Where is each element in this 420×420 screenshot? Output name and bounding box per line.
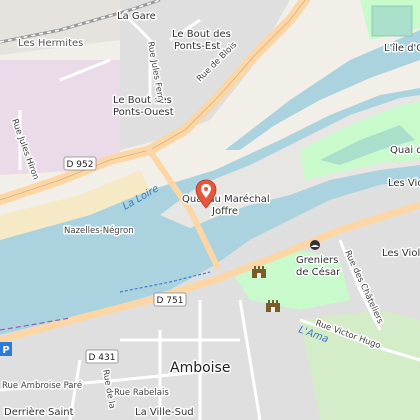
road-shield-d952: D 952	[63, 156, 97, 171]
label-bout-ponts-est-2: Ponts-Est	[174, 41, 220, 52]
label-les-hermites: Les Hermites	[18, 38, 83, 49]
label-les-violets-1: Les Viole	[388, 178, 420, 189]
label-greniers-1: Greniers	[296, 255, 338, 266]
label-quai-marechal-1: Quai du Maréchal	[182, 193, 270, 205]
label-quai-marechal-2: Joffre	[211, 206, 238, 217]
label-greniers-2: de César	[296, 266, 341, 278]
viewpoint-icon[interactable]	[310, 240, 320, 250]
map-canvas[interactable]: D 952 D 751 D 431 La Gare Les Hermites L…	[0, 0, 420, 420]
label-derriere-saint: Derrière Saint	[4, 406, 74, 418]
label-bout-ponts-est-1: Le Bout des	[172, 29, 231, 40]
parking-icon[interactable]: P	[0, 342, 12, 356]
castle-icon[interactable]	[252, 266, 266, 278]
label-rue-rabelais: Rue Rabelais	[114, 388, 169, 398]
label-amboise: Amboise	[170, 360, 230, 376]
label-ile-dor: L'île d'Or	[384, 42, 420, 54]
label-bout-ponts-ouest-2: Ponts-Ouest	[113, 107, 174, 118]
castle-icon[interactable]	[266, 300, 280, 312]
road-shield-d431: D 431	[85, 349, 119, 364]
svg-text:D 751: D 751	[157, 296, 184, 306]
svg-text:D 431: D 431	[89, 353, 116, 363]
label-les-violets-2: Les Viole	[382, 248, 420, 259]
svg-text:P: P	[2, 345, 9, 356]
label-la-ville-sud: La Ville-Sud	[135, 407, 194, 418]
label-rue-ambroise-pare: Rue Ambroise Paré	[2, 380, 82, 391]
road-shield-d751: D 751	[153, 292, 187, 307]
svg-text:D 952: D 952	[67, 160, 94, 170]
label-quai: Quai d	[390, 145, 420, 156]
label-nazelles-negron: Nazelles-Négron	[64, 225, 134, 236]
sports-field-1	[371, 5, 413, 37]
label-la-gare: La Gare	[117, 11, 156, 22]
